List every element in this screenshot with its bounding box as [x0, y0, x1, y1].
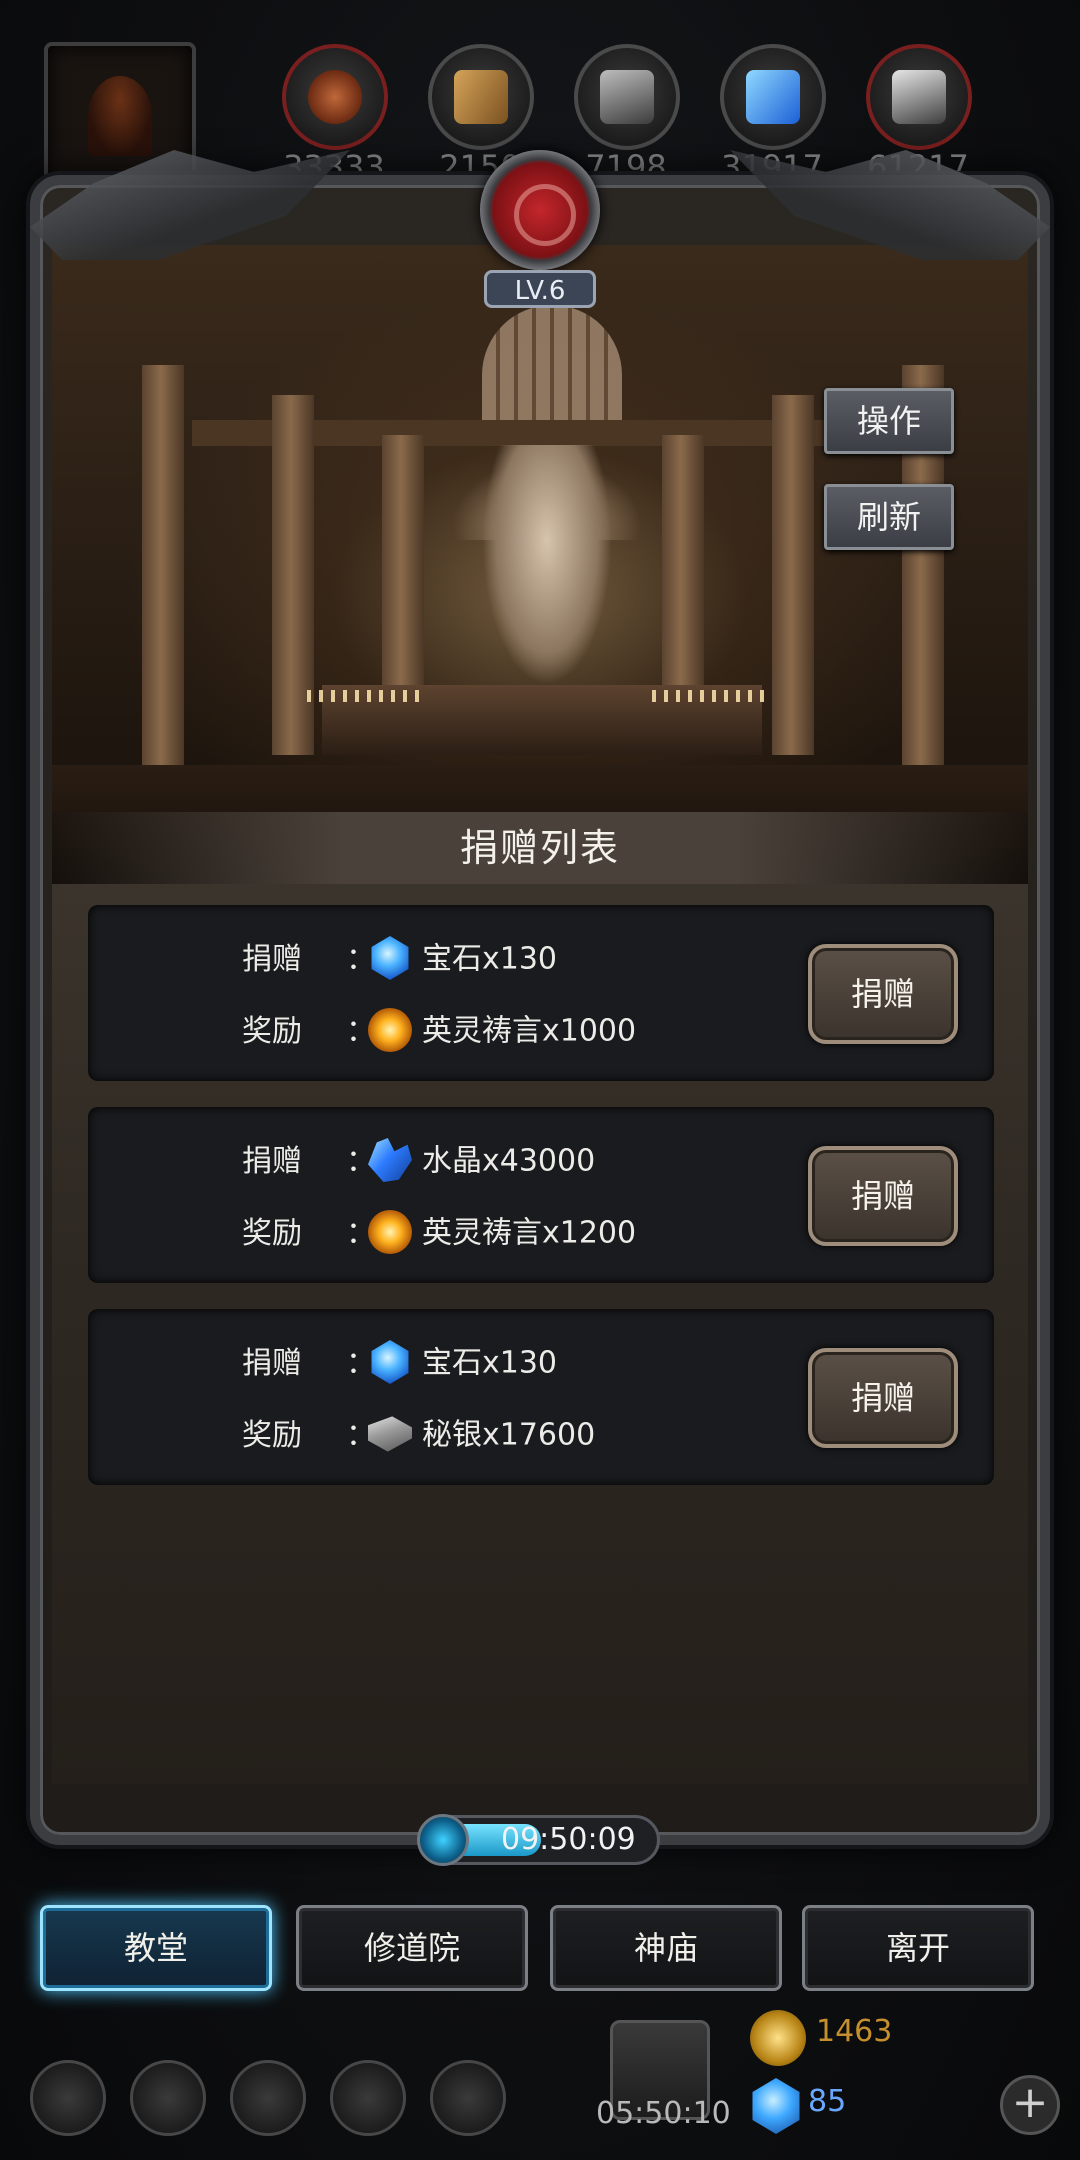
donate-cost: 宝石x130 [422, 1345, 558, 1381]
donate-line: 捐赠 ： 宝石x130 [242, 936, 557, 980]
colon: ： [346, 1215, 376, 1251]
reward-label: 奖励 [242, 1215, 302, 1251]
settings-icon[interactable] [30, 2060, 106, 2136]
prayer-icon [368, 1008, 412, 1052]
donate-cost: 宝石x130 [422, 941, 558, 977]
reward-amount: 英灵祷言x1000 [422, 1013, 637, 1049]
reward-line: 奖励 ： 英灵祷言x1000 [242, 1008, 636, 1052]
guild-icon[interactable] [430, 2060, 506, 2136]
reward-label: 奖励 [242, 1417, 302, 1453]
angel-statue [482, 445, 612, 685]
add-currency-button[interactable]: + [1000, 2075, 1060, 2135]
iron-icon [600, 70, 654, 124]
colon: ： [346, 1417, 376, 1453]
cathedral-scene [52, 245, 1028, 885]
prayer-icon [368, 1210, 412, 1254]
stained-window [482, 305, 622, 425]
mithril-icon [892, 70, 946, 124]
pillar [142, 365, 184, 785]
donate-line: 捐赠 ： 水晶x43000 [242, 1138, 595, 1182]
tab-church[interactable]: 教堂 [40, 1905, 272, 1991]
candles [307, 690, 427, 702]
operate-button[interactable]: 操作 [824, 388, 954, 454]
colon: ： [346, 1013, 376, 1049]
tab-monastery[interactable]: 修道院 [296, 1905, 528, 1991]
colon: ： [346, 1345, 376, 1381]
donate-button[interactable]: 捐赠 [808, 1146, 958, 1246]
candles [652, 690, 772, 702]
game-screen: 33333 2150 7198 31917 61217 [0, 0, 1080, 2160]
reward-line: 奖励 ： 英灵祷言x1200 [242, 1210, 636, 1254]
donate-cost: 水晶x43000 [422, 1143, 596, 1179]
pillar [772, 395, 814, 755]
church-emblem-icon [480, 150, 600, 270]
crystal-icon [746, 70, 800, 124]
pillar [662, 435, 704, 725]
coin-value: 1463 [816, 2014, 893, 2049]
gift-timer: 05:50:10 [596, 2096, 731, 2131]
donation-list-title: 捐赠列表 [52, 812, 1028, 884]
wood-icon [454, 70, 508, 124]
iron-resource[interactable] [574, 44, 680, 150]
level-badge: LV.6 [484, 270, 596, 308]
colon: ： [346, 1143, 376, 1179]
reward-line: 奖励 ： 秘银x17600 [242, 1412, 595, 1456]
hood-icon [88, 76, 152, 156]
donate-line: 捐赠 ： 宝石x130 [242, 1340, 557, 1384]
mail-icon[interactable] [330, 2060, 406, 2136]
reward-amount: 英灵祷言x1200 [422, 1215, 637, 1251]
pillar [382, 435, 424, 725]
coin-icon [750, 2010, 806, 2066]
mithril-resource[interactable] [866, 44, 972, 150]
reward-label: 奖励 [242, 1013, 302, 1049]
wood-resource[interactable] [428, 44, 534, 150]
refresh-button[interactable]: 刷新 [824, 484, 954, 550]
clock-icon [417, 1814, 469, 1866]
ranking-icon[interactable] [230, 2060, 306, 2136]
crystal-resource[interactable] [720, 44, 826, 150]
meat-resource[interactable] [282, 44, 388, 150]
reward-amount: 秘银x17600 [422, 1417, 596, 1453]
tab-temple[interactable]: 神庙 [550, 1905, 782, 1991]
donate-button[interactable]: 捐赠 [808, 944, 958, 1044]
meat-icon [308, 70, 362, 124]
achievement-icon[interactable] [130, 2060, 206, 2136]
gem-value: 85 [808, 2084, 847, 2119]
tab-leave[interactable]: 离开 [802, 1905, 1034, 1991]
donate-label: 捐赠 [242, 1143, 302, 1179]
timer-text: 09:50:09 [501, 1822, 636, 1857]
refresh-timer: 09:50:09 [417, 1814, 660, 1866]
donate-label: 捐赠 [242, 1345, 302, 1381]
donate-label: 捐赠 [242, 941, 302, 977]
colon: ： [346, 941, 376, 977]
donate-button[interactable]: 捐赠 [808, 1348, 958, 1448]
